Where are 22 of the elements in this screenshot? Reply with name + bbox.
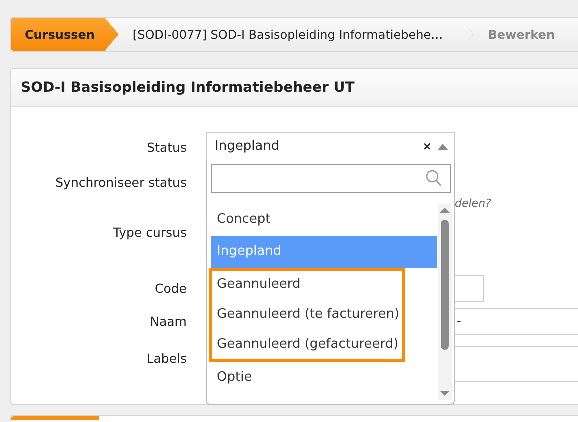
field-label: Type cursus <box>112 224 187 240</box>
breadcrumb-item[interactable]: [SODI-0077] SOD-I Basisopleiding Informatiebehe… <box>118 18 470 51</box>
field-label: Labels <box>146 351 187 366</box>
search-field[interactable] <box>211 164 451 193</box>
search-icon <box>426 170 442 187</box>
caret-icon[interactable] <box>438 144 448 150</box>
dropdown-option[interactable]: Geannuleerd (gefactureerd) <box>209 330 405 362</box>
field-label: Status <box>146 140 187 154</box>
hint-text: delen? <box>455 196 492 210</box>
breadcrumb-item[interactable]: Cursussen <box>11 18 119 51</box>
dropdown-option[interactable]: Geannuleerd (te factureren) <box>209 299 405 330</box>
status-select[interactable]: Ingepland × <box>206 132 455 161</box>
scrollbar[interactable] <box>438 204 452 400</box>
field-label: Code <box>154 280 187 296</box>
dropdown-option[interactable]: Optie <box>211 362 437 394</box>
clear-icon[interactable]: × <box>422 140 432 153</box>
dropdown-option[interactable]: Geannuleerd <box>209 268 405 299</box>
field-label: Naam <box>149 314 187 328</box>
field-value: - <box>457 314 462 328</box>
field-label: Synchroniseer status <box>54 174 187 190</box>
panel-title: SOD-I Basisopleiding Informatiebeheer UT <box>21 80 355 96</box>
dropdown-option[interactable]: Concept <box>211 204 437 236</box>
